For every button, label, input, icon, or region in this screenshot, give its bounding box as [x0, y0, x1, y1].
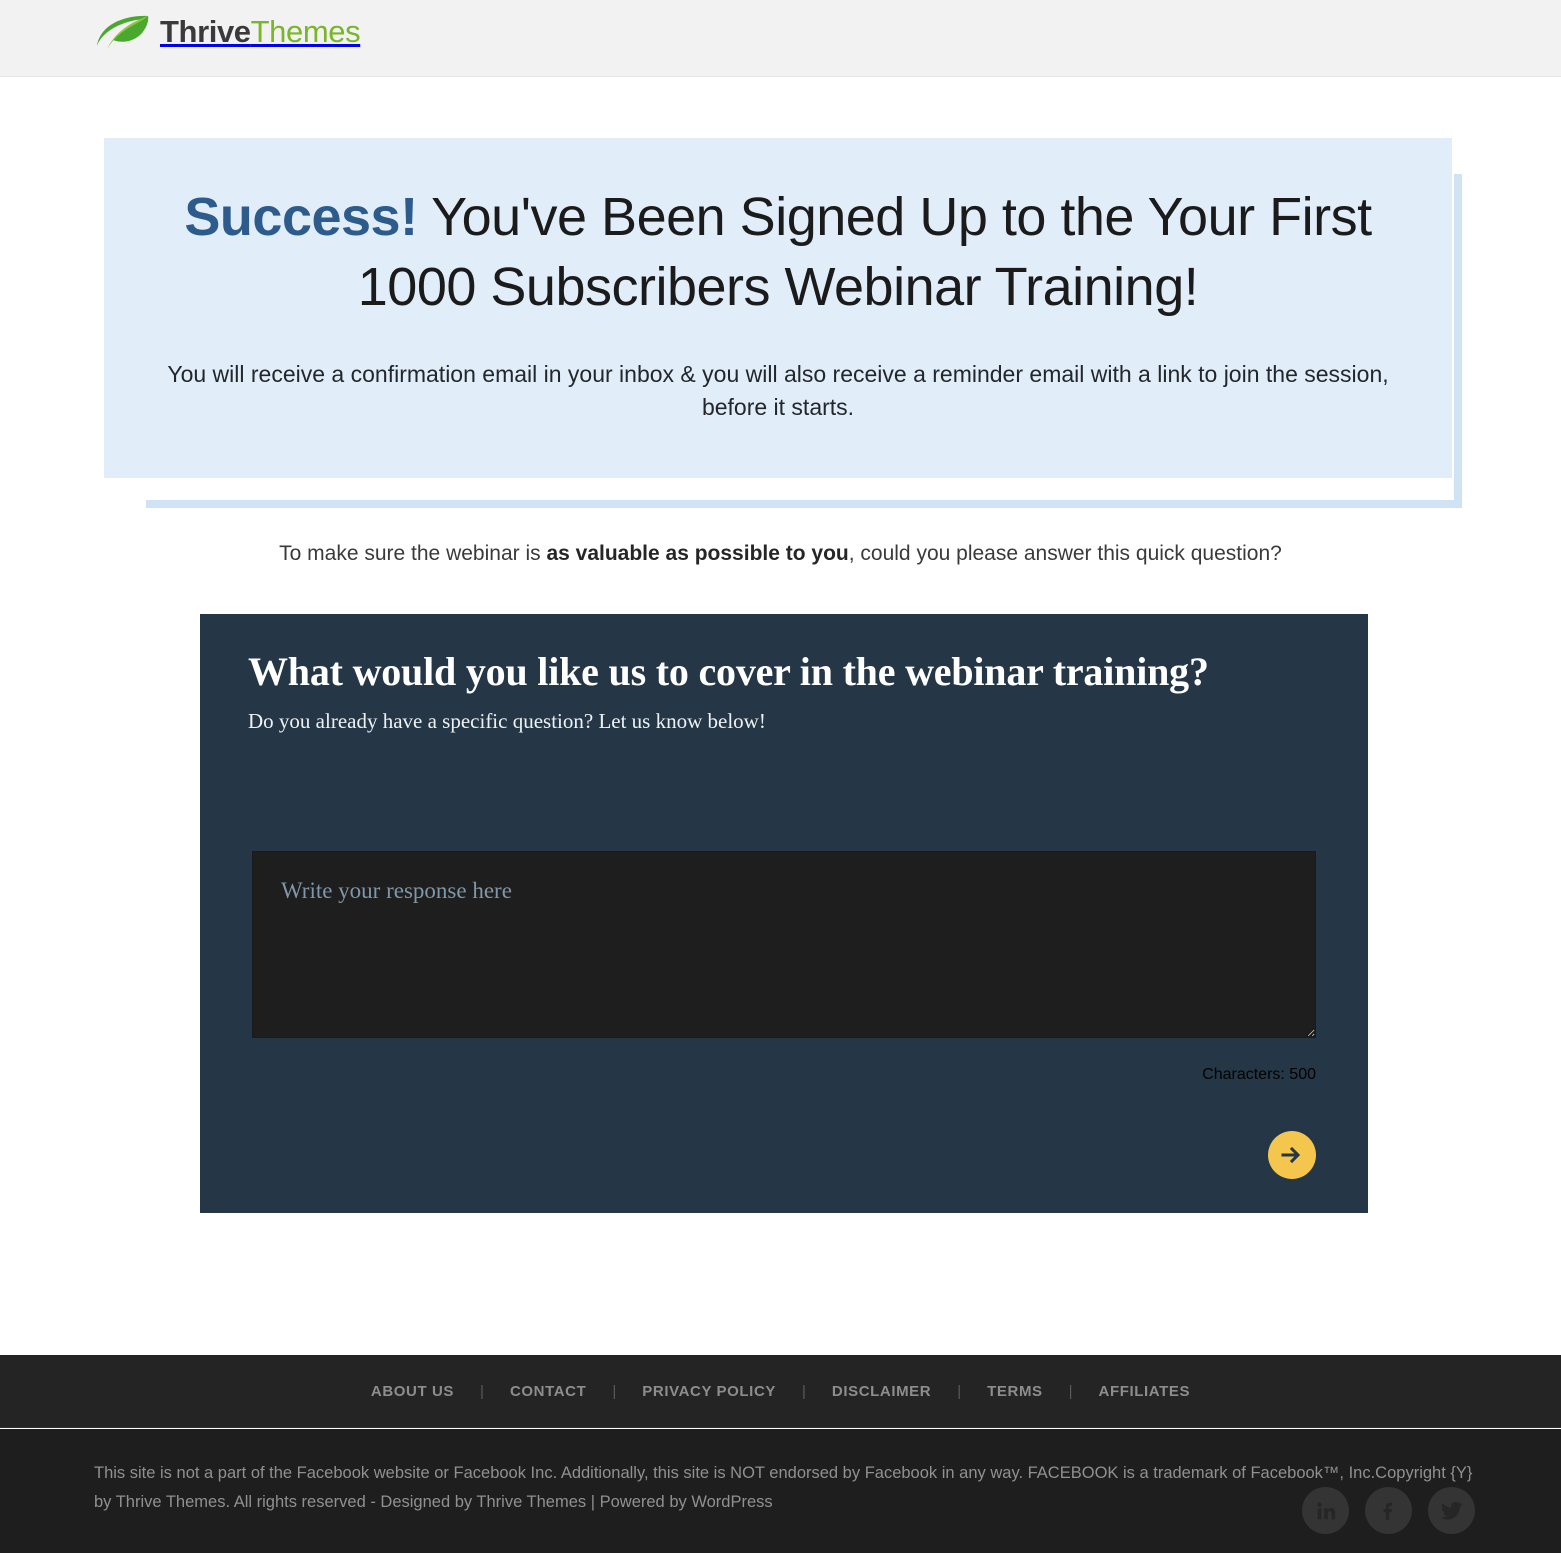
footer-nav: ABOUT US | CONTACT | PRIVACY POLICY | DI… [0, 1355, 1561, 1428]
site-header: ThriveThemes [0, 0, 1561, 77]
page-title: Success! You've Been Signed Up to the Yo… [164, 182, 1392, 322]
site-logo[interactable]: ThriveThemes [96, 13, 361, 49]
facebook-icon[interactable] [1365, 1487, 1412, 1534]
legal-line-1: This site is not a part of the Facebook … [94, 1464, 1446, 1482]
footer-separator: | [612, 1382, 617, 1400]
hero-highlight: Success! [184, 187, 418, 247]
leaf-icon [96, 14, 150, 48]
survey-title: What would you like us to cover in the w… [248, 649, 1209, 694]
footer-link-contact[interactable]: CONTACT [510, 1383, 586, 1400]
footer-link-affiliates[interactable]: AFFILIATES [1099, 1383, 1191, 1400]
intro-before: To make sure the webinar is [279, 542, 547, 565]
twitter-icon[interactable] [1428, 1487, 1475, 1534]
footer-link-disclaimer[interactable]: DISCLAIMER [832, 1383, 931, 1400]
logo-text-primary: Thrive [160, 13, 251, 49]
footer-separator: | [1068, 1382, 1073, 1400]
intro-bold: as valuable as possible to you [546, 542, 849, 565]
footer-link-privacy-policy[interactable]: PRIVACY POLICY [642, 1383, 776, 1400]
hero-headline: You've Been Signed Up to the Your First … [357, 187, 1372, 318]
submit-button[interactable] [1268, 1131, 1316, 1179]
footer-legal-text: This site is not a part of the Facebook … [94, 1459, 1473, 1517]
survey-subtitle: Do you already have a specific question?… [248, 708, 766, 733]
footer-separator: | [480, 1382, 484, 1400]
intro-after: , could you please answer this quick que… [848, 542, 1282, 565]
intro-question-line: To make sure the webinar is as valuable … [0, 542, 1561, 566]
page-root: ThriveThemes Success! You've Been Signed… [0, 0, 1561, 1553]
footer-link-terms[interactable]: TERMS [987, 1383, 1043, 1400]
character-counter: Characters: 500 [1202, 1066, 1316, 1083]
footer-separator: | [957, 1382, 962, 1400]
response-textarea[interactable] [252, 851, 1316, 1038]
logo-text: ThriveThemes [160, 13, 361, 49]
logo-text-secondary: Themes [250, 13, 361, 49]
social-links [1302, 1487, 1475, 1534]
linkedin-icon[interactable] [1302, 1487, 1349, 1534]
character-counter-wrap: Characters: 500 [252, 1066, 1316, 1084]
hero-subtext: You will receive a confirmation email in… [167, 361, 1389, 420]
hero-banner: Success! You've Been Signed Up to the Yo… [104, 138, 1452, 478]
footer-separator: | [801, 1382, 806, 1400]
footer-link-about-us[interactable]: ABOUT US [371, 1383, 454, 1400]
arrow-right-icon [1279, 1142, 1305, 1168]
